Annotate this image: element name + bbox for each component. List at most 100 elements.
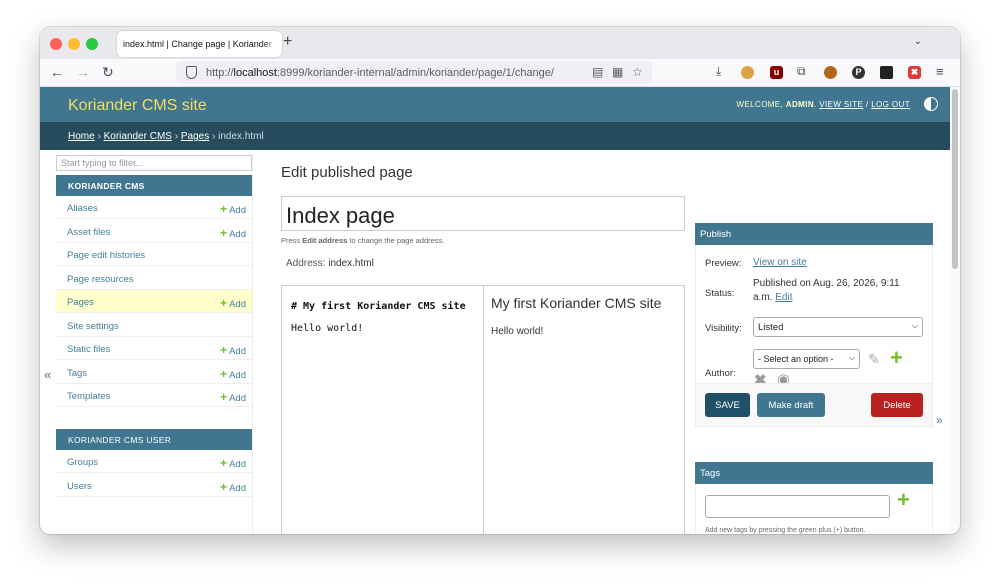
add-tags-link[interactable]: + Add: [220, 367, 246, 381]
browser-tab-active[interactable]: index.html | Change page | Koriander: [117, 31, 282, 57]
x-extension-icon[interactable]: ✖: [908, 66, 921, 79]
markdown-source[interactable]: # My first Koriander CMS site Hello worl…: [291, 296, 466, 340]
new-tab-button[interactable]: +: [283, 33, 292, 51]
visibility-label: Visibility:: [705, 323, 742, 334]
visibility-selected: Listed: [758, 322, 784, 333]
log-out-link[interactable]: LOG OUT: [871, 100, 910, 109]
author-label: Author:: [705, 368, 736, 379]
tags-panel-caption: Tags: [695, 462, 933, 484]
breadcrumb-sep: ›: [212, 131, 216, 142]
add-label: Add: [229, 299, 246, 310]
status-label: Status:: [705, 288, 735, 299]
view-site-link[interactable]: VIEW SITE: [819, 100, 863, 109]
forward-arrow-icon[interactable]: →: [76, 64, 90, 80]
p-extension-icon[interactable]: P: [852, 66, 865, 79]
add-aliases-link[interactable]: + Add: [220, 202, 246, 216]
page-scroll-thumb[interactable]: [952, 89, 958, 269]
breadcrumb-model[interactable]: Pages: [181, 131, 209, 142]
edit-author-pencil-icon[interactable]: ✎: [868, 351, 880, 368]
cookie-extension-icon[interactable]: [741, 66, 754, 79]
module-caption-koriander-cms[interactable]: KORIANDER CMS: [56, 175, 252, 196]
extensions-puzzle-icon[interactable]: ⧉: [797, 64, 806, 79]
add-groups-link[interactable]: + Add: [220, 456, 246, 470]
minimize-window-button[interactable]: [68, 38, 80, 50]
sidebar-item-groups[interactable]: Groups + Add: [56, 450, 252, 473]
panel-expand-button[interactable]: »: [936, 413, 943, 427]
address-value: index.html: [328, 258, 374, 269]
address-bar[interactable]: http://localhost:8999/koriander-internal…: [176, 61, 652, 84]
module-caption-koriander-cms-user[interactable]: KORIANDER CMS USER: [56, 429, 252, 450]
reload-icon[interactable]: ↻: [102, 64, 114, 81]
make-draft-button[interactable]: Make draft: [757, 393, 825, 417]
view-on-site-link[interactable]: View on site: [753, 257, 807, 268]
author-select[interactable]: - Select an option - ⌵: [753, 349, 860, 369]
bookmark-star-icon[interactable]: ☆: [632, 65, 643, 79]
tab-list-chevron-icon[interactable]: ⌄: [914, 36, 922, 47]
visibility-select[interactable]: Listed ⌵: [753, 317, 923, 337]
url-path: :8999/koriander-internal/admin/koriander…: [276, 67, 554, 79]
ublock-extension-icon[interactable]: u: [770, 66, 783, 79]
page-title-input[interactable]: Index page: [281, 196, 685, 231]
sidebar-item-label: Site settings: [67, 320, 119, 332]
add-pages-link[interactable]: + Add: [220, 296, 246, 310]
sidebar-item-page-resources[interactable]: Page resources: [56, 267, 252, 290]
add-templates-link[interactable]: + Add: [220, 390, 246, 404]
breadcrumb-app[interactable]: Koriander CMS: [104, 131, 172, 142]
sidebar-item-page-edit-histories[interactable]: Page edit histories: [56, 243, 252, 266]
sidebar-item-aliases[interactable]: Aliases + Add: [56, 196, 252, 219]
close-window-button[interactable]: [50, 38, 62, 50]
sidebar-item-label: Templates: [67, 391, 111, 402]
status-edit-link[interactable]: Edit: [775, 292, 792, 303]
sidebar-item-static-files[interactable]: Static files + Add: [56, 337, 252, 360]
sidebar-collapse-button[interactable]: «: [44, 367, 51, 382]
sidebar-item-label: Pages: [67, 297, 94, 308]
monkey-extension-icon[interactable]: [824, 66, 837, 79]
url-prefix: http://: [206, 67, 234, 79]
qr-code-icon[interactable]: ▦: [612, 65, 623, 79]
sidebar-item-label: Asset files: [67, 226, 111, 238]
editor-splitter[interactable]: [483, 286, 484, 534]
user-tools: WELCOME, ADMIN. VIEW SITE / LOG OUT: [736, 100, 910, 109]
welcome-text: WELCOME,: [736, 100, 786, 109]
add-static-files-link[interactable]: + Add: [220, 343, 246, 357]
tab-fade: [262, 31, 282, 57]
plus-icon: +: [220, 202, 228, 216]
menu-hamburger-icon[interactable]: ≡: [936, 64, 944, 79]
delete-button[interactable]: Delete: [871, 393, 923, 417]
add-tag-plus-icon[interactable]: +: [897, 487, 910, 513]
site-name[interactable]: Koriander CMS site: [68, 97, 207, 115]
back-arrow-icon[interactable]: ←: [50, 64, 64, 80]
sidebar-item-users[interactable]: Users + Add: [56, 474, 252, 497]
sidebar-item-asset-files[interactable]: Asset files + Add: [56, 220, 252, 243]
sidebar-item-label: Users: [67, 480, 92, 492]
reader-view-icon[interactable]: ▤: [592, 65, 603, 79]
add-label: Add: [229, 228, 246, 240]
breadcrumb-sep: ›: [174, 131, 179, 142]
add-author-plus-icon[interactable]: +: [890, 345, 903, 371]
save-button[interactable]: SAVE: [705, 393, 750, 417]
sidebar-item-label: Groups: [67, 457, 99, 468]
theme-toggle-icon[interactable]: [924, 97, 938, 111]
add-label: Add: [229, 459, 246, 470]
author-selected: - Select an option -: [758, 354, 834, 364]
sidebar-item-tags[interactable]: Tags + Add: [56, 361, 252, 384]
title-help-text: Press Edit address to change the page ad…: [281, 236, 444, 245]
apps-grid-extension-icon[interactable]: [880, 66, 893, 79]
sidebar-item-pages[interactable]: Pages + Add: [56, 290, 252, 313]
breadcrumb-home[interactable]: Home: [68, 131, 95, 142]
maximize-window-button[interactable]: [86, 38, 98, 50]
plus-icon: +: [220, 343, 228, 357]
tracking-protection-shield-icon[interactable]: [186, 66, 197, 79]
address-row: Address: index.html: [286, 258, 374, 269]
status-value: Published on Aug. 26, 2026, 9:11 a.m. Ed…: [753, 277, 918, 305]
downloads-icon[interactable]: ⤓: [716, 64, 721, 79]
sidebar-item-site-settings[interactable]: Site settings: [56, 314, 252, 337]
add-users-link[interactable]: + Add: [220, 480, 246, 494]
tags-input[interactable]: [705, 495, 890, 518]
sidebar-item-templates[interactable]: Templates + Add: [56, 384, 252, 407]
markdown-body-line: Hello world!: [291, 323, 364, 334]
add-asset-files-link[interactable]: + Add: [220, 226, 246, 240]
tab-bar: index.html | Change page | Koriander + ⌄: [40, 27, 960, 59]
add-label: Add: [229, 369, 246, 381]
nav-filter-input[interactable]: Start typing to filter...: [56, 155, 252, 171]
